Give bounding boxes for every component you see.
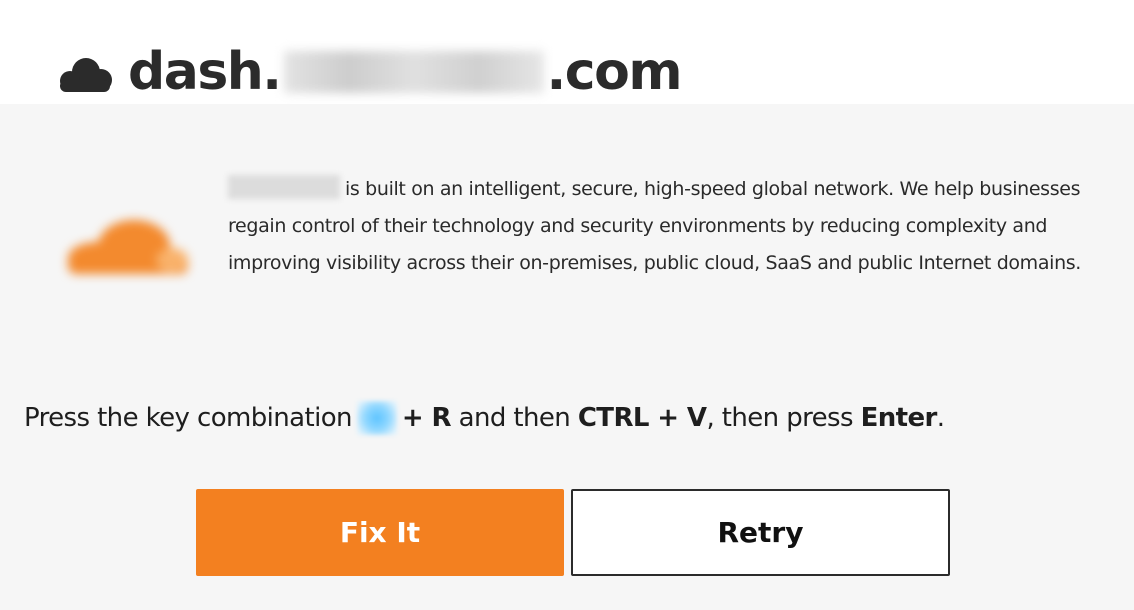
key-combo-ctrl-v: CTRL + V: [577, 403, 707, 433]
cloud-icon: [60, 58, 112, 92]
domain-suffix: .com: [546, 42, 683, 102]
key-combo-win-r: + R: [401, 403, 452, 433]
instruction-after-ctrl-v: , then press: [706, 403, 853, 433]
instruction-text: Press the key combination + R and then C…: [24, 394, 945, 442]
company-description: is built on an intelligent, secure, high…: [228, 171, 1128, 282]
redacted-domain-name: [283, 51, 544, 93]
instruction-prefix: Press the key combination: [24, 403, 352, 433]
key-enter: Enter: [860, 403, 938, 433]
retry-button[interactable]: Retry: [571, 489, 950, 576]
windows-key-icon: [356, 401, 397, 435]
page-header: dash. .com: [0, 0, 1134, 104]
site-domain: dash. .com: [128, 36, 683, 108]
instruction-middle: and then: [458, 403, 571, 433]
instruction-end: .: [936, 403, 945, 433]
orange-cloud-logo-icon: [68, 220, 188, 274]
domain-prefix: dash.: [128, 42, 282, 102]
description-text: is built on an intelligent, secure, high…: [228, 178, 1081, 274]
fix-it-button[interactable]: Fix It: [196, 489, 564, 576]
redacted-company-name: [228, 175, 340, 199]
